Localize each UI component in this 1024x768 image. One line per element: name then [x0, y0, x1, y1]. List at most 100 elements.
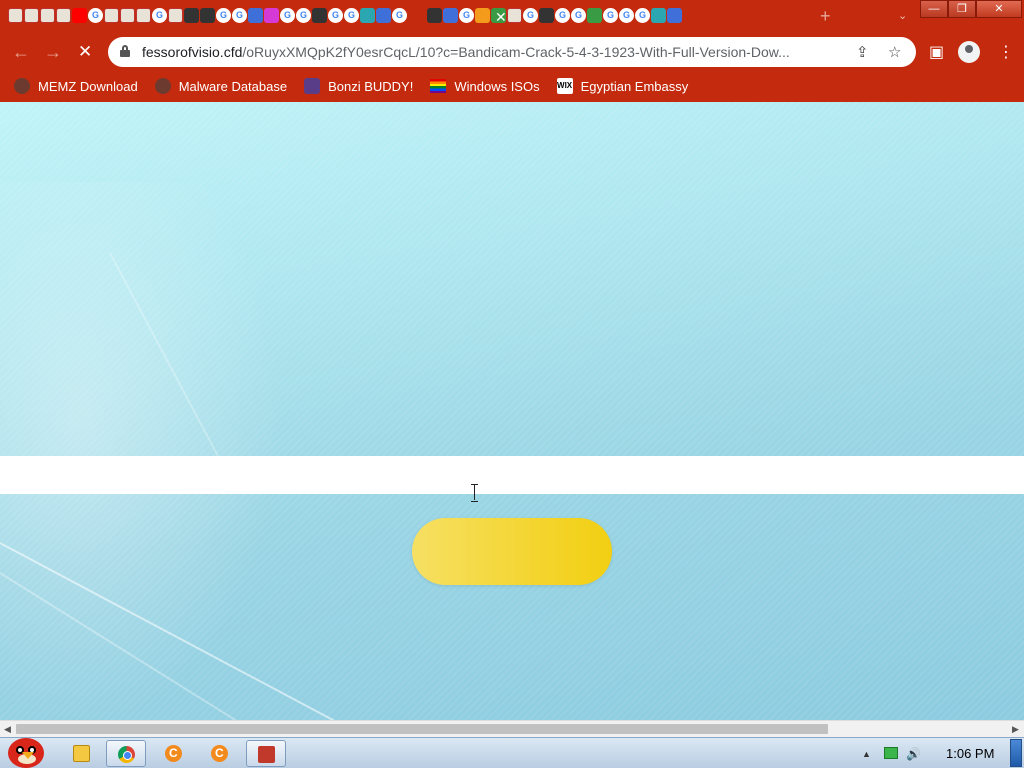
url-text[interactable]: fessorofvisio.cfd/oRuyxXMQpK2fY0esrCqcL/… — [142, 44, 842, 60]
tab-favicon-google-icon[interactable]: G — [571, 8, 586, 23]
clock[interactable]: 1:06 PM — [946, 746, 994, 761]
tab-favicon-vpn-icon[interactable] — [184, 8, 199, 23]
folder-icon — [73, 745, 90, 762]
tab-favicon-google-icon[interactable]: G — [555, 8, 570, 23]
menu-icon[interactable]: ⋮ — [998, 42, 1014, 62]
back-button[interactable]: ← — [12, 42, 30, 63]
bookmark-windows-isos[interactable]: Windows ISOs — [430, 74, 540, 98]
tab-favicon-google-icon[interactable]: G — [232, 8, 247, 23]
bookmark-egyptian-embassy[interactable]: WIX Egyptian Embassy — [556, 74, 689, 98]
stop-loading-button[interactable]: ✕ — [78, 42, 92, 62]
address-bar[interactable]: fessorofvisio.cfd/oRuyxXMQpK2fY0esrCqcL/… — [108, 37, 916, 67]
taskbar: ▲ 🔊 1:06 PM — [0, 737, 1024, 768]
bookmark-star-icon[interactable]: ☆ — [888, 43, 901, 61]
tab-favicon-house-icon[interactable] — [136, 8, 151, 23]
browser-toolbar: ← → ✕ fessorofvisio.cfd/oRuyxXMQpK2fY0es… — [0, 34, 1024, 70]
ccleaner-icon — [211, 745, 228, 762]
tab-close-button[interactable]: ✕ — [495, 8, 507, 26]
taskbar-explorer[interactable] — [62, 740, 102, 767]
bookmark-label: Bonzi BUDDY! — [328, 78, 414, 94]
tab-favicon-google-icon[interactable]: G — [152, 8, 167, 23]
globe-icon — [154, 78, 171, 94]
taskbar-app[interactable] — [246, 740, 286, 767]
minimize-button[interactable]: — — [920, 0, 948, 18]
ccleaner-icon — [165, 745, 182, 762]
start-button-angry-bird-icon[interactable] — [4, 732, 48, 768]
rainbow-flag-icon — [430, 79, 447, 93]
tab-favicon-google-icon[interactable]: G — [523, 8, 538, 23]
bonzi-icon — [304, 78, 321, 94]
side-panel-icon[interactable]: ▣ — [929, 42, 944, 62]
tab-favicon-google-icon[interactable]: G — [603, 8, 618, 23]
web-page-content — [0, 102, 1024, 720]
maximize-button[interactable]: ❐ — [948, 0, 976, 18]
tab-strip: GGGGGGGGGGGGGGGG ✕ + ⌄ — ❐ ✕ — [0, 0, 1024, 34]
tab-favicon-doc-icon[interactable] — [507, 8, 522, 23]
tab-favicon-google-icon[interactable]: G — [216, 8, 231, 23]
bookmarks-bar: MEMZ Download Malware Database Bonzi BUD… — [0, 70, 1024, 102]
tab-favicon-blue-icon[interactable] — [376, 8, 391, 23]
tray-expand-icon[interactable]: ▲ — [862, 749, 871, 759]
bookmark-label: Windows ISOs — [454, 78, 540, 94]
window-controls: — ❐ ✕ — [920, 0, 1022, 18]
background-glow — [0, 182, 320, 720]
tab-favicon-google-icon[interactable]: G — [344, 8, 359, 23]
new-tab-button[interactable]: + — [820, 6, 831, 27]
tab-favicon-cursor-icon[interactable] — [312, 8, 327, 23]
taskbar-chrome[interactable] — [106, 740, 146, 767]
tab-favicon-blue-icon[interactable] — [667, 8, 682, 23]
bookmark-label: Malware Database — [178, 78, 288, 94]
tab-favicon-google-icon[interactable]: G — [296, 8, 311, 23]
tab-favicon-google-icon[interactable]: G — [392, 8, 407, 23]
bookmark-bonzi-buddy[interactable]: Bonzi BUDDY! — [304, 74, 413, 98]
globe-icon — [14, 78, 30, 94]
profile-avatar[interactable] — [958, 41, 980, 63]
lock-icon[interactable] — [120, 45, 130, 57]
tab-favicon-house-icon[interactable] — [8, 8, 23, 23]
show-desktop-button[interactable] — [1010, 739, 1022, 767]
bookmark-label: MEMZ Download — [38, 78, 138, 94]
wix-icon: WIX — [556, 78, 573, 94]
tab-favicon-google-icon[interactable]: G — [619, 8, 634, 23]
tab-favicon-pink-icon[interactable] — [264, 8, 279, 23]
taskbar-ccleaner-2[interactable] — [200, 740, 240, 767]
tab-favicon-google-icon[interactable]: G — [635, 8, 650, 23]
tab-favicon-house-icon[interactable] — [120, 8, 135, 23]
taskbar-ccleaner[interactable] — [154, 740, 194, 767]
tab-favicon-house-icon[interactable] — [40, 8, 55, 23]
tab-favicon-google-icon[interactable]: G — [280, 8, 295, 23]
download-button[interactable] — [412, 518, 612, 585]
white-banner[interactable] — [0, 456, 1024, 494]
tab-search-button[interactable]: ⌄ — [898, 9, 907, 22]
tab-favicon-circle-icon[interactable] — [651, 8, 666, 23]
tab-favicon-house-icon[interactable] — [56, 8, 71, 23]
tab-favicon-pages-icon[interactable] — [427, 8, 442, 23]
tab-favicon-house-icon[interactable] — [104, 8, 119, 23]
tab-favicon-blue-icon[interactable] — [248, 8, 263, 23]
tab-favicon-active-close-icon[interactable] — [408, 8, 426, 26]
tab-favicon-wix-icon[interactable] — [200, 8, 215, 23]
tab-favicon-house-icon[interactable] — [24, 8, 39, 23]
tab-favicon-google-icon[interactable]: G — [459, 8, 474, 23]
bookmark-memz-download[interactable]: MEMZ Download — [14, 74, 138, 98]
tab-favicon-youtube-icon[interactable] — [72, 8, 87, 23]
scroll-right-arrow[interactable]: ▶ — [1012, 724, 1019, 735]
tab-favicon-house-icon[interactable] — [168, 8, 183, 23]
tab-favicon-blue-icon[interactable] — [443, 8, 458, 23]
tab-favicon-shield-icon[interactable] — [360, 8, 375, 23]
app-icon — [258, 746, 275, 763]
tab-favicon-google-icon[interactable]: G — [328, 8, 343, 23]
volume-icon[interactable]: 🔊 — [906, 747, 921, 761]
horizontal-scrollbar[interactable]: ◀ ▶ — [0, 720, 1024, 737]
bookmark-label: Egyptian Embassy — [580, 78, 689, 94]
tab-favicon-google-icon[interactable]: G — [88, 8, 103, 23]
tab-favicon-ccleaner-icon[interactable] — [475, 8, 490, 23]
scroll-thumb[interactable] — [16, 724, 828, 734]
bookmark-malware-database[interactable]: Malware Database — [154, 74, 288, 98]
tab-favicon-w-icon[interactable] — [539, 8, 554, 23]
network-icon[interactable] — [884, 747, 898, 759]
forward-button[interactable]: → — [44, 42, 62, 63]
tab-favicon-green-icon[interactable] — [587, 8, 602, 23]
close-window-button[interactable]: ✕ — [976, 0, 1022, 18]
share-icon[interactable]: ⇪ — [856, 43, 869, 61]
